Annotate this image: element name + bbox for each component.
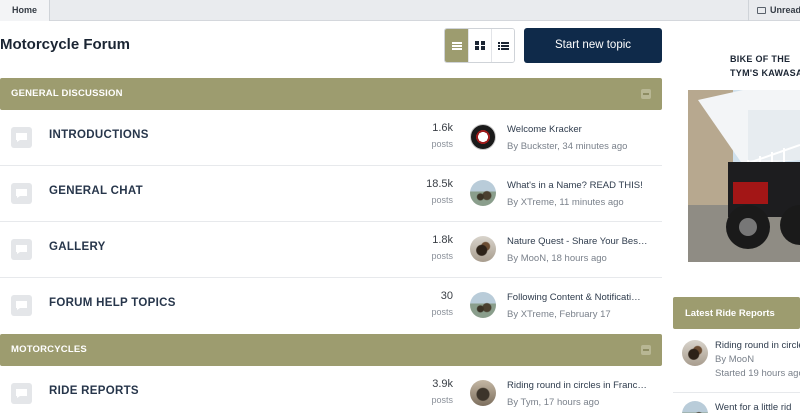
- page-title: Motorcycle Forum: [0, 36, 131, 53]
- tym-avatar[interactable]: [470, 380, 496, 406]
- collapse-icon[interactable]: [641, 345, 651, 355]
- latest-ride-title[interactable]: Riding round in circle: [715, 340, 800, 351]
- latest-ride-title[interactable]: Went for a little rid: [715, 402, 791, 413]
- latest-ride-reports-header: Latest Ride Reports: [673, 297, 800, 329]
- bike-photo[interactable]: [688, 90, 800, 262]
- forum-chat-icon: [11, 295, 32, 316]
- unread-link[interactable]: Unread: [748, 0, 800, 21]
- view-toggle: [444, 28, 515, 63]
- collapse-icon[interactable]: [641, 89, 651, 99]
- last-post-title[interactable]: Following Content & Notificati…: [507, 292, 655, 303]
- post-count-label: posts: [431, 139, 453, 149]
- harley-logo-avatar[interactable]: [470, 124, 496, 150]
- post-count: 30: [440, 290, 453, 302]
- bike-of-month-subtitle: TYM'S KAWASA: [730, 68, 800, 78]
- latest-ride-item: Riding round in circle By MooN Started 1…: [673, 330, 800, 390]
- forum-name[interactable]: RIDE REPORTS: [49, 385, 139, 397]
- category-title[interactable]: GENERAL DISCUSSION: [11, 88, 123, 99]
- post-count-label: posts: [431, 307, 453, 317]
- post-count: 1.6k: [432, 122, 453, 134]
- rider-avatar[interactable]: [470, 292, 496, 318]
- latest-ride-author: By MooN: [715, 354, 755, 365]
- list-view-button[interactable]: [491, 29, 514, 62]
- unread-icon: [757, 7, 766, 14]
- table-view-button[interactable]: [445, 29, 468, 62]
- last-post-title[interactable]: Nature Quest - Share Your Bes…: [507, 236, 655, 247]
- grid-view-button[interactable]: [468, 29, 491, 62]
- latest-ride-item: Went for a little rid: [673, 392, 800, 413]
- post-count: 18.5k: [426, 178, 453, 190]
- forum-row-gallery: GALLERY 1.8k posts Nature Quest - Share …: [0, 222, 662, 278]
- category-title[interactable]: MOTORCYCLES: [11, 344, 87, 355]
- motorcycle-photo-image: [688, 90, 800, 262]
- rider-avatar[interactable]: [682, 401, 708, 413]
- category-header-general-discussion: GENERAL DISCUSSION: [0, 78, 662, 110]
- forum-chat-icon: [11, 239, 32, 260]
- list-view-icon: [497, 41, 509, 50]
- forum-name[interactable]: GENERAL CHAT: [49, 185, 143, 197]
- post-count-label: posts: [431, 395, 453, 405]
- last-post-title[interactable]: Riding round in circles in Franc…: [507, 380, 655, 391]
- rider-avatar[interactable]: [470, 180, 496, 206]
- last-post-meta: By Tym, 17 hours ago: [507, 397, 600, 408]
- last-post-meta: By XTreme, February 17: [507, 309, 611, 320]
- moon-avatar[interactable]: [470, 236, 496, 262]
- latest-ride-reports-title: Latest Ride Reports: [685, 308, 775, 319]
- last-post-meta: By Buckster, 34 minutes ago: [507, 141, 628, 152]
- forum-chat-icon: [11, 383, 32, 404]
- table-view-icon: [451, 41, 462, 50]
- grid-view-icon: [475, 41, 485, 50]
- forum-row-general-chat: GENERAL CHAT 18.5k posts What's in a Nam…: [0, 166, 662, 222]
- breadcrumb-separator-icon: [40, 0, 47, 21]
- post-count: 1.8k: [432, 234, 453, 246]
- unread-label: Unread: [770, 5, 800, 15]
- latest-ride-started: Started 19 hours ago: [715, 368, 800, 379]
- forum-row-forum-help-topics: FORUM HELP TOPICS 30 posts Following Con…: [0, 278, 662, 334]
- moon-avatar[interactable]: [682, 340, 708, 366]
- last-post-meta: By MooN, 18 hours ago: [507, 253, 607, 264]
- start-new-topic-button[interactable]: Start new topic: [524, 28, 662, 63]
- post-count: 3.9k: [432, 378, 453, 390]
- forum-name[interactable]: FORUM HELP TOPICS: [49, 297, 176, 309]
- forum-row-introductions: INTRODUCTIONS 1.6k posts Welcome Kracker…: [0, 110, 662, 166]
- forum-chat-icon: [11, 183, 32, 204]
- category-header-motorcycles: MOTORCYCLES: [0, 334, 662, 366]
- last-post-meta: By XTreme, 11 minutes ago: [507, 197, 624, 208]
- last-post-title[interactable]: What's in a Name? READ THIS!: [507, 180, 655, 191]
- post-count-label: posts: [431, 251, 453, 261]
- post-count-label: posts: [431, 195, 453, 205]
- last-post-title[interactable]: Welcome Kracker: [507, 124, 655, 135]
- bike-of-month-title: BIKE OF THE: [730, 54, 791, 64]
- forum-name[interactable]: INTRODUCTIONS: [49, 129, 149, 141]
- forum-chat-icon: [11, 127, 32, 148]
- breadcrumb-bar: Home Unread: [0, 0, 800, 21]
- forum-row-ride-reports: RIDE REPORTS 3.9k posts Riding round in …: [0, 366, 662, 413]
- forum-name[interactable]: GALLERY: [49, 241, 106, 253]
